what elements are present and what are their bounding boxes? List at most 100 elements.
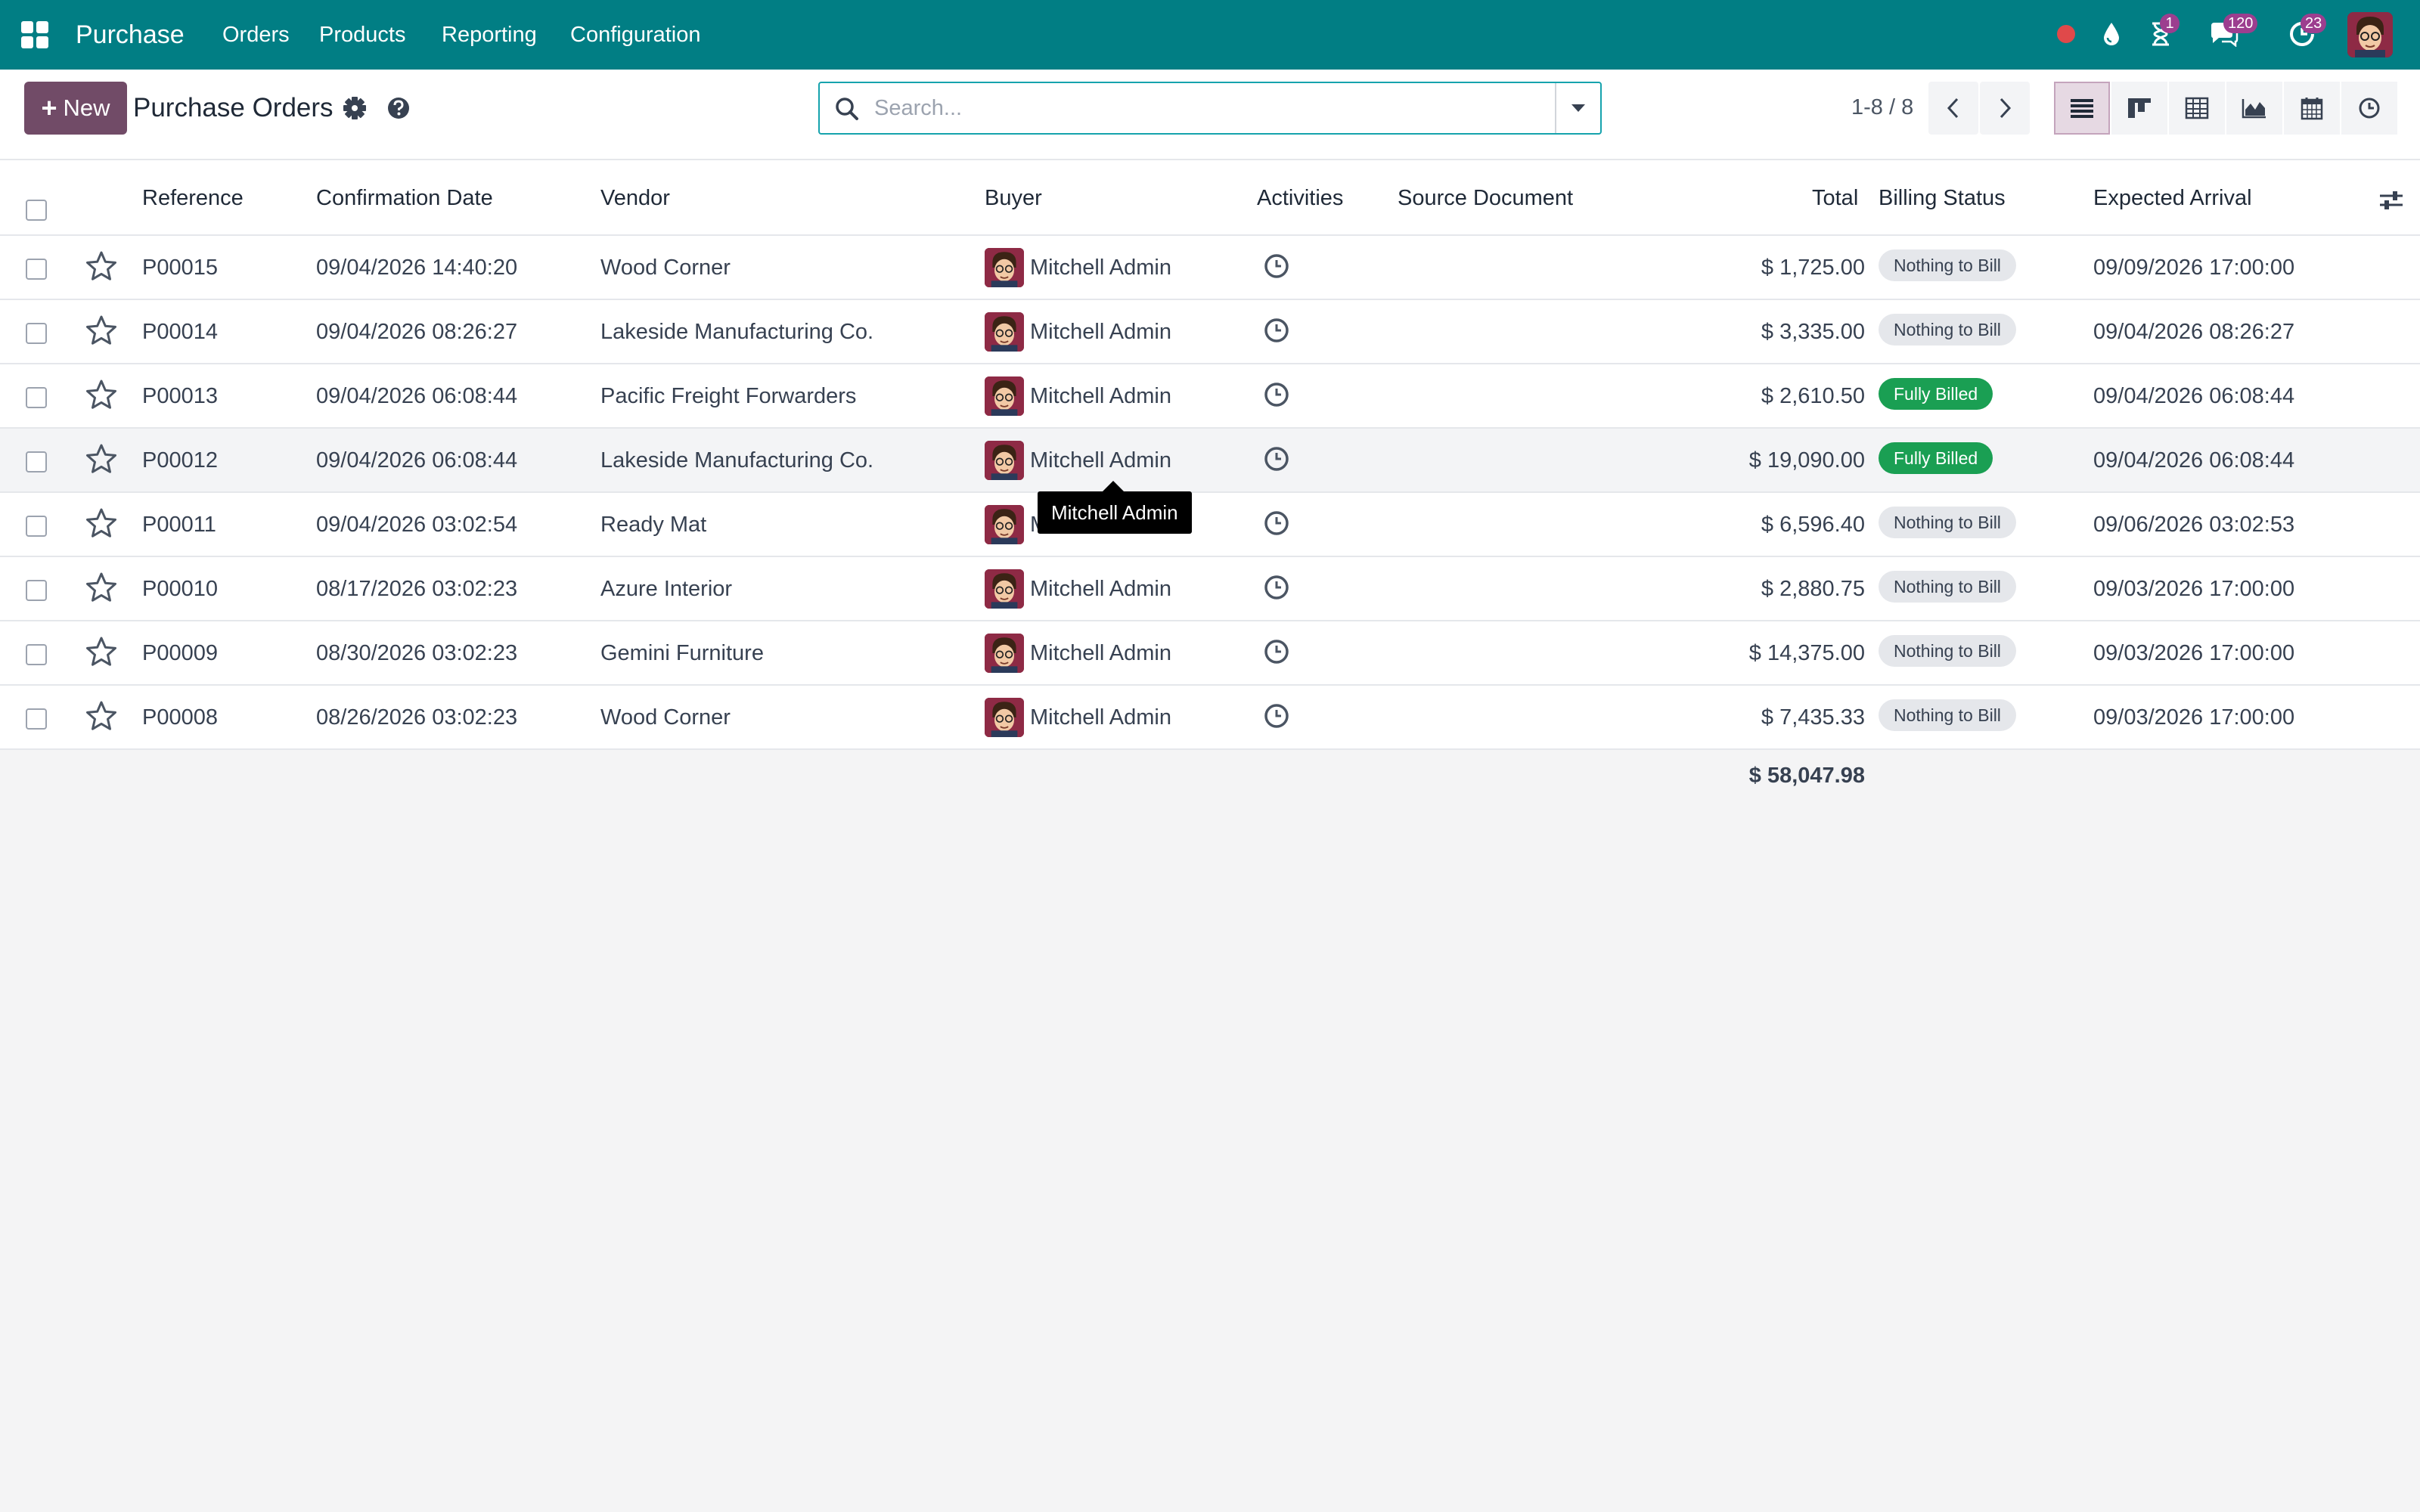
cell-vendor: Lakeside Manufacturing Co.	[600, 320, 874, 344]
row-checkbox[interactable]	[26, 516, 47, 537]
buyer-avatar[interactable]	[985, 569, 1024, 609]
status-badge: Nothing to Bill	[1879, 507, 2016, 538]
activity-view-button[interactable]	[2341, 82, 2397, 135]
status-badge: Fully Billed	[1879, 378, 1993, 410]
optional-columns-icon[interactable]	[2378, 189, 2405, 212]
star-icon[interactable]	[85, 507, 118, 540]
activity-clock-icon[interactable]	[1263, 445, 1290, 472]
table-row[interactable]: P00013 09/04/2026 06:08:44 Pacific Freight…	[0, 364, 2420, 429]
activity-clock-icon[interactable]	[1263, 253, 1290, 280]
cell-expected-arrival: 09/03/2026 17:00:00	[2093, 641, 2295, 665]
header-expected-arrival[interactable]: Expected Arrival	[2093, 183, 2252, 213]
buyer-avatar[interactable]	[985, 505, 1024, 544]
pivot-view-button[interactable]	[2169, 82, 2225, 135]
messages-icon[interactable]: 120	[2201, 14, 2258, 53]
graph-view-button[interactable]	[2226, 82, 2282, 135]
row-checkbox[interactable]	[26, 451, 47, 472]
caret-down-icon	[1571, 104, 1585, 112]
new-button-label: New	[63, 94, 110, 121]
buyer-avatar[interactable]	[985, 376, 1024, 416]
cell-expected-arrival: 09/03/2026 17:00:00	[2093, 577, 2295, 601]
cell-total: $ 3,335.00	[1761, 320, 1865, 344]
header-confirmation-date[interactable]: Confirmation Date	[316, 183, 493, 213]
cell-confirmation-date: 08/30/2026 03:02:23	[316, 641, 518, 665]
apps-menu-icon[interactable]	[21, 21, 48, 48]
cell-reference: P00009	[142, 641, 218, 665]
row-checkbox[interactable]	[26, 708, 47, 730]
droplet-icon[interactable]	[2096, 15, 2127, 53]
search-options-dropdown[interactable]	[1555, 83, 1600, 133]
table-row[interactable]: P0001109/04/2026 03:02:54Ready MatM$ 6,5…	[0, 493, 2420, 557]
cell-expected-arrival: 09/09/2026 17:00:00	[2093, 256, 2295, 280]
star-icon[interactable]	[85, 442, 118, 476]
header-billing-status[interactable]: Billing Status	[1879, 183, 2006, 213]
calendar-view-button[interactable]	[2284, 82, 2340, 135]
cell-total: $ 2,880.75	[1761, 577, 1865, 601]
header-reference[interactable]: Reference	[142, 183, 244, 213]
status-badge: Nothing to Bill	[1879, 699, 2016, 731]
cell-confirmation-date: 08/26/2026 03:02:23	[316, 705, 518, 730]
activity-clock-icon[interactable]	[1263, 574, 1290, 601]
activity-clock-icon[interactable]	[1263, 510, 1290, 537]
row-checkbox[interactable]	[26, 323, 47, 344]
list-view-button[interactable]	[2054, 82, 2110, 135]
table-row[interactable]: P00015 09/04/2026 14:40:20 Wood Corner Mitc…	[0, 236, 2420, 300]
header-total[interactable]: Total	[1812, 183, 1858, 213]
table-row[interactable]: P00009 08/30/2026 03:02:23 Gemini Furnitur…	[0, 621, 2420, 686]
menu-products[interactable]: Products	[319, 20, 405, 50]
star-icon[interactable]	[85, 635, 118, 668]
activity-clock-icon[interactable]	[1263, 638, 1290, 665]
kanban-view-button[interactable]	[2111, 82, 2167, 135]
kanban-view-icon	[2128, 98, 2151, 118]
activities-icon[interactable]: 1	[2142, 14, 2180, 53]
pager-previous-button[interactable]	[1928, 82, 1978, 135]
activity-clock-icon[interactable]	[1263, 317, 1290, 344]
activity-clock-icon[interactable]	[1263, 702, 1290, 730]
buyer-avatar[interactable]	[985, 248, 1024, 287]
table-row[interactable]: P00010 08/17/2026 03:02:23 Azure Interior M…	[0, 557, 2420, 621]
menu-orders[interactable]: Orders	[222, 20, 290, 50]
purchase-orders-list: Reference Confirmation Date Vendor Buyer…	[0, 160, 2420, 810]
header-source-document[interactable]: Source Document	[1398, 183, 1573, 213]
activity-clock-icon[interactable]	[1263, 381, 1290, 408]
star-icon[interactable]	[85, 314, 118, 347]
cell-confirmation-date: 09/04/2026 08:26:27	[316, 320, 518, 344]
app-name[interactable]: Purchase	[76, 17, 185, 53]
star-icon[interactable]	[85, 571, 118, 604]
cell-total: $ 7,435.33	[1761, 705, 1865, 730]
buyer-avatar[interactable]	[985, 698, 1024, 737]
row-checkbox[interactable]	[26, 387, 47, 408]
buyer-avatar[interactable]	[985, 441, 1024, 480]
cell-total: $ 19,090.00	[1748, 448, 1865, 472]
tooltip-arrow	[1103, 481, 1124, 491]
status-badge: Nothing to Bill	[1879, 249, 2016, 281]
star-icon[interactable]	[85, 699, 118, 733]
star-icon[interactable]	[85, 249, 118, 283]
header-buyer[interactable]: Buyer	[985, 183, 1042, 213]
pager-value[interactable]: 1-8 / 8	[1851, 92, 1913, 122]
menu-configuration[interactable]: Configuration	[570, 20, 701, 50]
help-icon[interactable]	[384, 94, 413, 122]
row-checkbox[interactable]	[26, 644, 47, 665]
user-avatar[interactable]	[2347, 12, 2393, 57]
table-row[interactable]: P00008 08/26/2026 03:02:23 Wood Corner Mitc…	[0, 686, 2420, 750]
header-vendor[interactable]: Vendor	[600, 183, 670, 213]
table-row[interactable]: P00014 09/04/2026 08:26:27 Lakeside Manufa…	[0, 300, 2420, 364]
table-row[interactable]: P00012 09/04/2026 06:08:44 Lakeside Manufa…	[0, 429, 2420, 493]
buyer-avatar[interactable]	[985, 634, 1024, 673]
list-view-icon	[2071, 99, 2093, 118]
buyer-avatar[interactable]	[985, 312, 1024, 352]
row-checkbox[interactable]	[26, 259, 47, 280]
menu-reporting[interactable]: Reporting	[442, 20, 537, 50]
row-checkbox[interactable]	[26, 580, 47, 601]
star-icon[interactable]	[85, 378, 118, 411]
new-button[interactable]: + New	[24, 82, 127, 135]
pager-next-button[interactable]	[1980, 82, 2030, 135]
cell-buyer: Mitchell Admin	[1030, 577, 1171, 601]
select-all-checkbox[interactable]	[26, 200, 47, 221]
gear-icon[interactable]	[340, 94, 369, 122]
record-icon[interactable]	[2051, 15, 2081, 53]
header-activities[interactable]: Activities	[1257, 183, 1343, 213]
search-input[interactable]	[874, 89, 1525, 127]
timer-icon[interactable]: 23	[2279, 14, 2327, 53]
